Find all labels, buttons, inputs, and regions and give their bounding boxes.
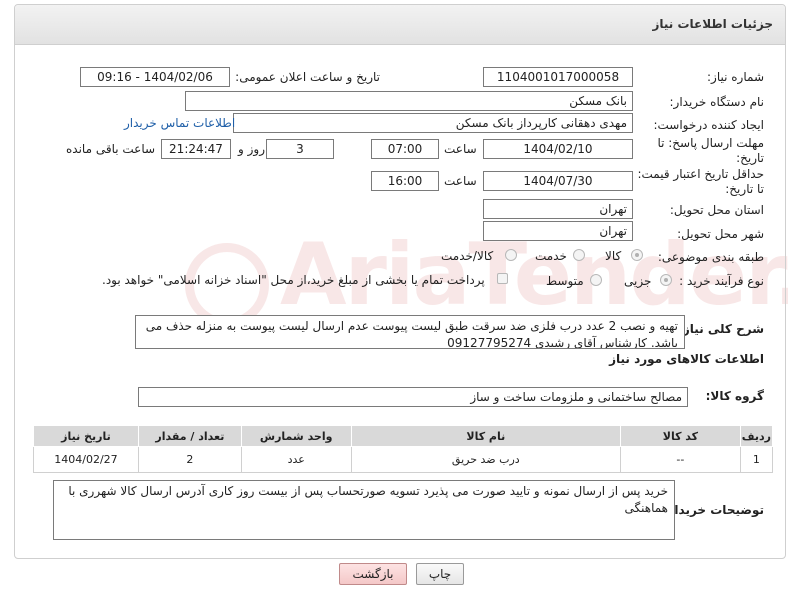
purchase-type-label: نوع فرآیند خرید :: [679, 274, 764, 288]
deadline-label: مهلت ارسال پاسخ: تا: [657, 136, 764, 150]
category-both-radio[interactable]: [505, 249, 517, 261]
announce-field[interactable]: 1404/02/06 - 09:16: [80, 67, 230, 87]
cell-unit: عدد: [240, 446, 352, 473]
deadline-time-field[interactable]: 07:00: [371, 139, 439, 159]
category-label: طبقه بندی موضوعی:: [657, 250, 764, 264]
goods-section-title: اطلاعات کالاهای مورد نیاز: [609, 352, 764, 366]
cell-name: درب ضد حریق: [350, 446, 622, 473]
announce-label: تاریخ و ساعت اعلان عمومی:: [235, 70, 380, 84]
remaining-time-field[interactable]: 21:24:47: [161, 139, 231, 159]
page: AriaTender.neT جزئیات اطلاعات نیاز شماره…: [0, 0, 788, 598]
province-label: استان محل تحویل:: [669, 203, 764, 217]
col-name: نام کالا: [350, 425, 622, 447]
validity-time-field[interactable]: 16:00: [371, 171, 439, 191]
need-number-field[interactable]: 1104001017000058: [483, 67, 633, 87]
buyer-contact-link[interactable]: اطلاعات تماس خریدار: [124, 116, 235, 130]
deadline-label-2: تاریخ:: [736, 151, 764, 165]
city-label: شهر محل تحویل:: [677, 227, 764, 241]
remaining-label: ساعت باقی مانده: [66, 142, 156, 156]
col-row: ردیف: [739, 425, 774, 447]
deadline-time-label: ساعت: [444, 142, 477, 156]
goods-table-header: ردیف کد کالا نام کالا واحد شمارش تعداد /…: [33, 425, 774, 447]
panel-title: جزئیات اطلاعات نیاز: [652, 17, 773, 31]
validity-time-label: ساعت: [444, 174, 477, 188]
purchase-small-label: جزیی: [624, 274, 652, 288]
col-unit: واحد شمارش: [240, 425, 352, 447]
province-field[interactable]: تهران: [483, 199, 633, 219]
purchase-medium-radio[interactable]: [590, 274, 602, 286]
buyer-notes-label: توضیحات خریدار:: [662, 503, 764, 517]
back-button[interactable]: بازگشت: [339, 563, 407, 585]
buyer-notes-textarea[interactable]: خرید پس از ارسال نمونه و تایید صورت می پ…: [53, 480, 675, 540]
panel-header: جزئیات اطلاعات نیاز: [15, 5, 785, 45]
category-goods-radio[interactable]: [631, 249, 643, 261]
cell-code: --: [620, 446, 741, 473]
description-textarea[interactable]: تهیه و نصب 2 عدد درب فلزی ضد سرقت طبق لی…: [135, 315, 685, 349]
treasury-payment-note: پرداخت تمام یا بخشی از مبلغ خرید،از محل …: [102, 273, 485, 287]
col-date: تاریخ نیاز: [33, 425, 139, 447]
category-both-label: کالا/خدمت: [441, 249, 494, 263]
purchase-small-radio[interactable]: [660, 274, 672, 286]
validity-date-field[interactable]: 1404/07/30: [483, 171, 633, 191]
purchase-medium-label: متوسط: [546, 274, 584, 288]
cell-row: 1: [739, 446, 774, 473]
description-label: شرح کلی نیاز:: [678, 322, 764, 336]
goods-group-label: گروه کالا:: [705, 389, 764, 403]
need-number-label: شماره نیاز:: [707, 70, 764, 84]
deadline-date-field[interactable]: 1404/02/10: [483, 139, 633, 159]
creator-field[interactable]: مهدی دهقانی کارپرداز بانک مسکن: [233, 113, 633, 133]
buyer-org-label: نام دستگاه خریدار:: [669, 95, 765, 109]
category-goods-label: کالا: [605, 249, 622, 263]
buyer-org-field[interactable]: بانک مسکن: [185, 91, 633, 111]
print-button[interactable]: چاپ: [416, 563, 464, 585]
category-service-radio[interactable]: [573, 249, 585, 261]
cell-date: 1404/02/27: [33, 446, 139, 473]
cell-qty: 2: [137, 446, 242, 473]
col-code: کد کالا: [620, 425, 741, 447]
goods-group-field[interactable]: مصالح ساختمانی و ملزومات ساخت و ساز: [138, 387, 688, 407]
validity-label-2: تا تاریخ:: [725, 182, 764, 196]
treasury-payment-checkbox[interactable]: [497, 273, 508, 284]
table-row[interactable]: 1 -- درب ضد حریق عدد 2 1404/02/27: [33, 446, 774, 473]
city-field[interactable]: تهران: [483, 221, 633, 241]
creator-label: ایجاد کننده درخواست:: [653, 118, 764, 132]
days-remaining-field[interactable]: 3: [266, 139, 334, 159]
col-qty: تعداد / مقدار: [137, 425, 242, 447]
category-service-label: خدمت: [535, 249, 567, 263]
days-label: روز و: [238, 142, 265, 156]
validity-label: حداقل تاریخ اعتبار قیمت:: [637, 167, 764, 181]
goods-table: ردیف کد کالا نام کالا واحد شمارش تعداد /…: [33, 425, 774, 473]
